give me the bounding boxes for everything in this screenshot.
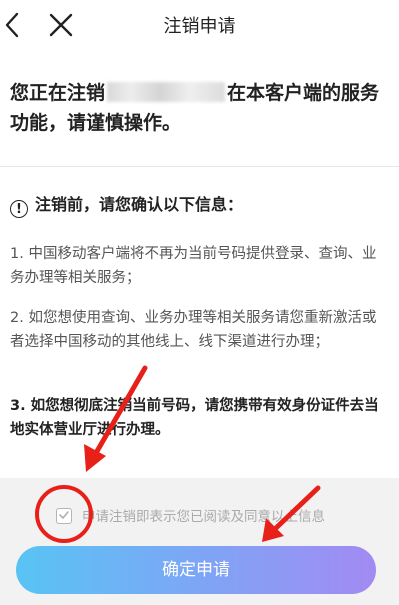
warning-prefix: 您正在注销 [10,82,106,104]
redacted-number [107,82,226,102]
info-item: 3. 如您想彻底注销当前号码，请您携带有效身份证件去当地实体营业厅进行办理。 [10,398,379,438]
header-bar: 注销申请 [0,0,399,52]
warning-text: 您正在注销 在本客户端的服务功能，请谨慎操作。 [10,78,390,138]
info-item: 2. 如您想使用查询、业务办理等相关服务请您重新激活或者选择中国移动的其他线上、… [10,310,377,350]
exclamation-circle-icon: ! [10,200,28,218]
info-heading-text: 注销前，请您确认以下信息： [35,195,244,214]
info-item: 1. 中国移动客户端将不再为当前号码提供登录、查询、业务办理等相关服务； [10,246,377,286]
checkmark-icon [59,511,69,519]
agreement-checkbox[interactable] [56,508,72,524]
divider [0,166,399,167]
page-title: 注销申请 [163,16,236,37]
info-heading: ! 注销前，请您确认以下信息： [10,193,390,218]
confirm-button[interactable]: 确定申请 [16,546,376,594]
agreement-text: 申请注销即表示您已阅读及同意以上信息 [82,509,325,525]
